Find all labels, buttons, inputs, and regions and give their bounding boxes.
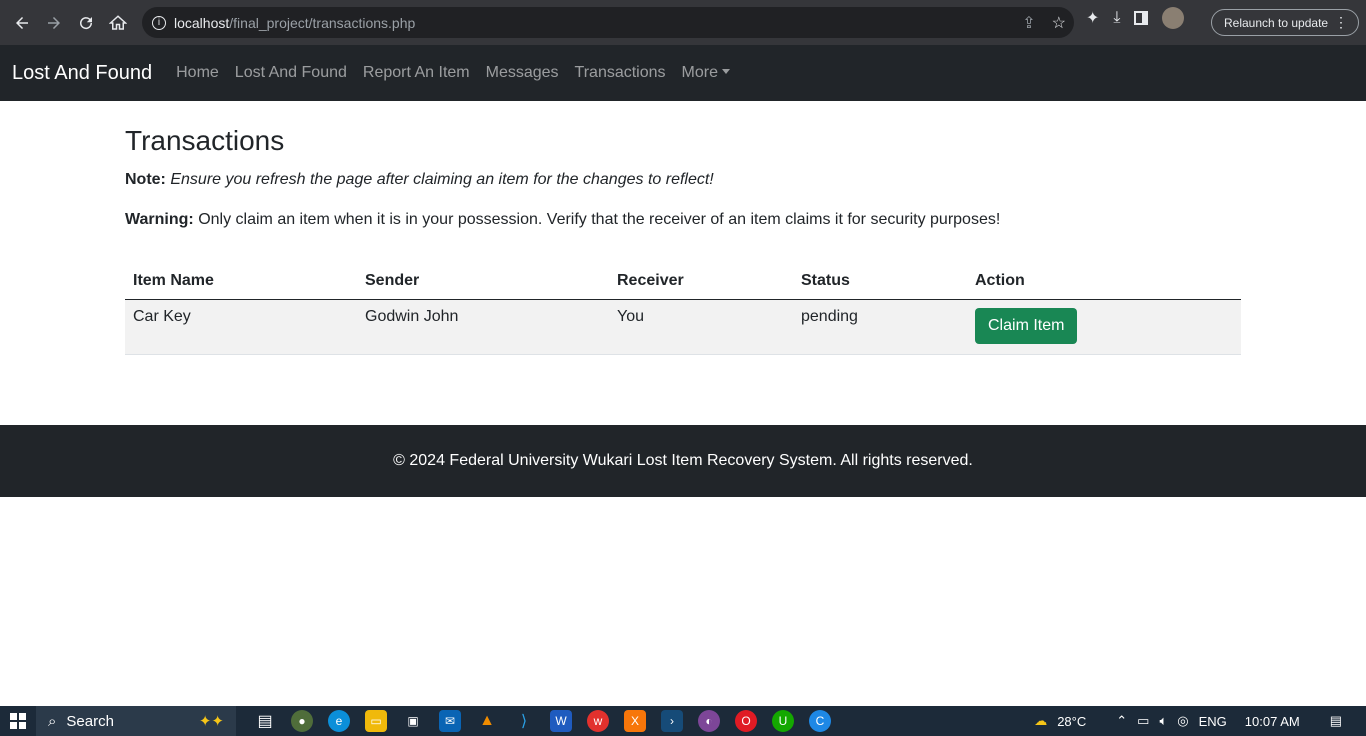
notifications-icon[interactable]: ▤ bbox=[1330, 713, 1342, 729]
site-info-icon[interactable]: i bbox=[152, 15, 166, 30]
nav-lost-and-found[interactable]: Lost And Found bbox=[235, 64, 347, 82]
wps-icon[interactable]: w bbox=[587, 710, 609, 732]
volume-icon[interactable]: 🔈︎ bbox=[1159, 713, 1167, 729]
relaunch-button[interactable]: Relaunch to update ⋮ bbox=[1211, 9, 1359, 36]
cell-action: Claim Item bbox=[967, 299, 1241, 355]
battery-icon[interactable]: ▭ bbox=[1137, 713, 1149, 729]
clock[interactable]: 10:07 AM bbox=[1245, 714, 1300, 729]
page-title: Transactions bbox=[125, 125, 285, 156]
nav-report-item[interactable]: Report An Item bbox=[363, 64, 470, 82]
terminal-icon[interactable]: › bbox=[661, 710, 683, 732]
vlc-icon[interactable]: ▲ bbox=[476, 710, 498, 732]
profile-avatar[interactable] bbox=[1162, 7, 1185, 29]
header-item-name: Item Name bbox=[125, 263, 357, 300]
store-icon[interactable]: ▣ bbox=[402, 710, 424, 732]
home-icon[interactable] bbox=[102, 7, 134, 39]
bookmark-star-icon[interactable]: ☆ bbox=[1052, 13, 1066, 33]
sparkle-icon: ✦✦ bbox=[198, 713, 224, 730]
table-header-row: Item Name Sender Receiver Status Action bbox=[125, 263, 1241, 300]
extensions-icon[interactable]: ✦ bbox=[1086, 8, 1099, 28]
download-icon[interactable]: ⤓ bbox=[1113, 9, 1120, 27]
mail-icon[interactable]: ✉ bbox=[439, 710, 461, 732]
menu-dots-icon[interactable]: ⋮ bbox=[1334, 14, 1348, 31]
search-icon: ⌕ bbox=[48, 712, 57, 730]
chrome-icon[interactable]: ● bbox=[291, 710, 313, 732]
footer-copyright: © 2024 Federal University Wukari Lost It… bbox=[393, 452, 973, 469]
vscode-icon[interactable]: ⟩ bbox=[513, 710, 535, 732]
brand-logo-text[interactable]: Lost And Found bbox=[12, 62, 152, 85]
word-icon[interactable]: W bbox=[550, 710, 572, 732]
main-content: Transactions Note: Ensure you refresh th… bbox=[125, 125, 1241, 355]
weather-temp[interactable]: 28°C bbox=[1057, 714, 1086, 729]
taskbar-search[interactable]: ⌕ Search ✦✦ bbox=[36, 706, 236, 736]
address-bar[interactable]: i localhost/final_project/transactions.p… bbox=[142, 7, 1074, 38]
side-panel-icon[interactable] bbox=[1134, 11, 1149, 25]
edge-icon[interactable]: e bbox=[328, 710, 350, 732]
system-tray: ☁ 28°C ⌃ ▭ 🔈︎ ◎ ENG 10:07 AM ▤ bbox=[1034, 706, 1366, 736]
file-explorer-icon[interactable]: ▭ bbox=[365, 710, 387, 732]
table-row: Car Key Godwin John You pending Claim It… bbox=[125, 299, 1241, 355]
nav-messages[interactable]: Messages bbox=[486, 64, 559, 82]
tray-chevron-icon[interactable]: ⌃ bbox=[1116, 713, 1127, 729]
site-footer: © 2024 Federal University Wukari Lost It… bbox=[0, 425, 1366, 497]
header-receiver: Receiver bbox=[609, 263, 793, 300]
cell-receiver: You bbox=[609, 299, 793, 355]
c-app-icon[interactable]: C bbox=[809, 710, 831, 732]
transactions-table: Item Name Sender Receiver Status Action … bbox=[125, 263, 1241, 355]
cell-sender: Godwin John bbox=[357, 299, 609, 355]
url-text: localhost/final_project/transactions.php bbox=[174, 14, 416, 31]
warning-text: Warning: Only claim an item when it is i… bbox=[125, 211, 1001, 228]
claim-item-button[interactable]: Claim Item bbox=[975, 307, 1078, 344]
header-sender: Sender bbox=[357, 263, 609, 300]
site-navbar: Lost And Found Home Lost And Found Repor… bbox=[0, 45, 1366, 101]
language-indicator[interactable]: ENG bbox=[1199, 714, 1227, 729]
nav-transactions[interactable]: Transactions bbox=[575, 64, 666, 82]
nav-more-dropdown[interactable]: More bbox=[682, 64, 730, 82]
cell-item-name: Car Key bbox=[125, 299, 357, 355]
reload-icon[interactable] bbox=[70, 7, 102, 39]
header-action: Action bbox=[967, 263, 1241, 300]
windows-taskbar: ⌕ Search ✦✦ ▤ ● e ▭ ▣ ✉ ▲ ⟩ W w X › ◐ O … bbox=[0, 706, 1366, 736]
forward-icon[interactable] bbox=[38, 7, 70, 39]
upwork-icon[interactable]: U bbox=[772, 710, 794, 732]
opera-icon[interactable]: O bbox=[735, 710, 757, 732]
header-status: Status bbox=[793, 263, 967, 300]
tor-browser-icon[interactable]: ◐ bbox=[698, 710, 720, 732]
nav-home[interactable]: Home bbox=[176, 64, 219, 82]
weather-icon[interactable]: ☁ bbox=[1034, 713, 1047, 729]
xampp-icon[interactable]: X bbox=[624, 710, 646, 732]
search-label: Search bbox=[66, 712, 114, 730]
task-view-icon[interactable]: ▤ bbox=[254, 710, 276, 732]
cell-status: pending bbox=[793, 299, 967, 355]
windows-start-icon[interactable] bbox=[0, 706, 36, 736]
network-globe-icon[interactable]: ◎ bbox=[1177, 713, 1188, 729]
share-icon[interactable]: ⇪ bbox=[1022, 13, 1035, 33]
browser-toolbar: i localhost/final_project/transactions.p… bbox=[0, 0, 1366, 45]
note-text: Note: Ensure you refresh the page after … bbox=[125, 171, 714, 188]
back-icon[interactable] bbox=[6, 7, 38, 39]
